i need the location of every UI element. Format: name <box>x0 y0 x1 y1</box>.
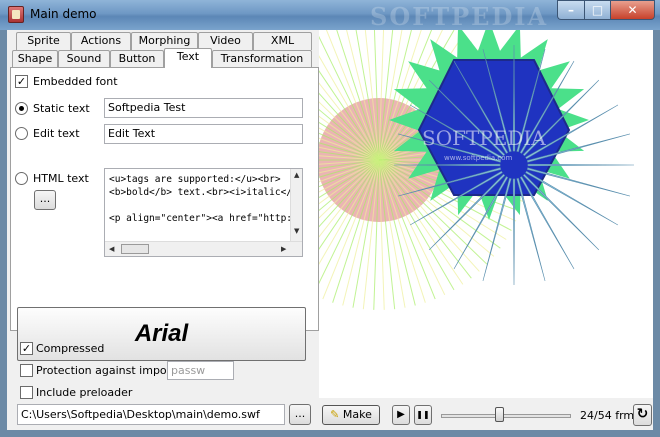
loop-button[interactable]: ↻ <box>633 404 652 426</box>
scroll-up-icon[interactable]: ▲ <box>294 171 299 179</box>
titlebar-watermark: SOFTPEDIA <box>370 2 549 31</box>
close-button[interactable]: ✕ <box>610 0 655 20</box>
client-area: Sprite Actions Morphing Video XML Shape … <box>7 30 653 430</box>
tab-transformation[interactable]: Transformation <box>212 50 312 68</box>
html-line: <p align="center"><a href="http:/, <box>109 213 303 224</box>
html-line <box>105 199 302 212</box>
left-pane: Sprite Actions Morphing Video XML Shape … <box>7 30 319 430</box>
loop-icon: ↻ <box>636 406 649 422</box>
frame-slider-track[interactable] <box>441 414 571 418</box>
tab-button[interactable]: Button <box>110 50 164 68</box>
preview-canvas: SOFTPEDIA www.softpedia.com <box>319 30 653 398</box>
html-horizontal-scrollbar[interactable]: ◀ ▶ <box>105 241 302 256</box>
compressed-label: Compressed <box>36 342 105 355</box>
pause-button[interactable]: ❚❚ <box>414 405 432 425</box>
blue-starburst-ray <box>525 170 619 226</box>
html-line: <b>bold</b> text.<br><i>italic</ <box>109 187 293 198</box>
preloader-label: Include preloader <box>36 386 133 399</box>
pencil-icon: ✎ <box>330 408 340 421</box>
scroll-thumb[interactable] <box>121 244 149 254</box>
window-controls: – □ ✕ <box>557 0 655 20</box>
html-text-radio[interactable] <box>15 172 28 185</box>
protection-checkbox[interactable] <box>20 364 33 377</box>
blue-starburst-ray <box>519 176 575 270</box>
maximize-button[interactable]: □ <box>584 0 610 20</box>
title-bar: Main demo SOFTPEDIA – □ ✕ <box>0 0 660 31</box>
canvas-watermark-sub: www.softpedia.com <box>444 154 513 162</box>
window-title: Main demo <box>30 7 97 21</box>
edit-text-label: Edit text <box>33 127 80 140</box>
text-tab-panel: ✓ Embedded font Static text Softpedia Te… <box>10 67 319 361</box>
static-text-field[interactable]: Softpedia Test <box>104 98 303 118</box>
minimize-button[interactable]: – <box>557 0 584 20</box>
compressed-checkbox[interactable]: ✓ <box>20 342 33 355</box>
tab-actions[interactable]: Actions <box>71 32 131 50</box>
tab-sound[interactable]: Sound <box>58 50 110 68</box>
play-button[interactable]: ▶ <box>392 405 410 425</box>
blue-starburst-ray <box>522 173 600 251</box>
html-vertical-scrollbar[interactable]: ▲ ▼ <box>290 169 302 241</box>
html-browse-button[interactable]: ... <box>34 190 56 210</box>
tab-sprite[interactable]: Sprite <box>16 32 71 50</box>
scroll-down-icon[interactable]: ▼ <box>294 227 299 235</box>
html-text-area[interactable]: <u>tags are supported:</u><br> <b>bold</… <box>104 168 303 257</box>
app-icon[interactable] <box>8 6 24 23</box>
frame-status: 24/54 frm <box>580 409 635 422</box>
make-button-label: Make <box>342 408 372 421</box>
password-field[interactable]: passw <box>167 361 234 380</box>
protection-label: Protection against import <box>36 364 176 377</box>
html-text-label: HTML text <box>33 172 89 185</box>
tab-text[interactable]: Text <box>164 48 212 68</box>
play-icon: ▶ <box>397 409 405 420</box>
tab-shape[interactable]: Shape <box>12 50 58 68</box>
preview-animation: SOFTPEDIA www.softpedia.com <box>319 30 635 310</box>
static-text-label: Static text <box>33 102 90 115</box>
preloader-checkbox[interactable] <box>20 386 33 399</box>
output-path-field[interactable]: C:\Users\Softpedia\Desktop\main\demo.swf <box>17 404 285 425</box>
blue-starburst-ray <box>527 163 635 167</box>
tab-xml[interactable]: XML <box>253 32 312 50</box>
html-line: <u>tags are supported:</u><br> <box>109 174 281 185</box>
scroll-left-icon[interactable]: ◀ <box>109 245 114 253</box>
edit-text-radio[interactable] <box>15 127 28 140</box>
make-button[interactable]: ✎ Make <box>322 405 380 425</box>
player-bar: ✎ Make ▶ ❚❚ 24/54 frm ↻ <box>319 398 653 430</box>
embedded-font-checkbox[interactable]: ✓ <box>15 75 28 88</box>
edit-text-field[interactable]: Edit Text <box>104 124 303 144</box>
canvas-watermark: SOFTPEDIA <box>422 126 546 150</box>
blue-starburst-ray <box>512 178 516 286</box>
pause-icon: ❚❚ <box>416 410 430 419</box>
output-browse-button[interactable]: ... <box>289 404 311 425</box>
frame-slider-thumb[interactable] <box>494 407 504 422</box>
scroll-right-icon[interactable]: ▶ <box>281 245 286 253</box>
static-text-radio[interactable] <box>15 102 28 115</box>
embedded-font-label: Embedded font <box>33 75 118 88</box>
